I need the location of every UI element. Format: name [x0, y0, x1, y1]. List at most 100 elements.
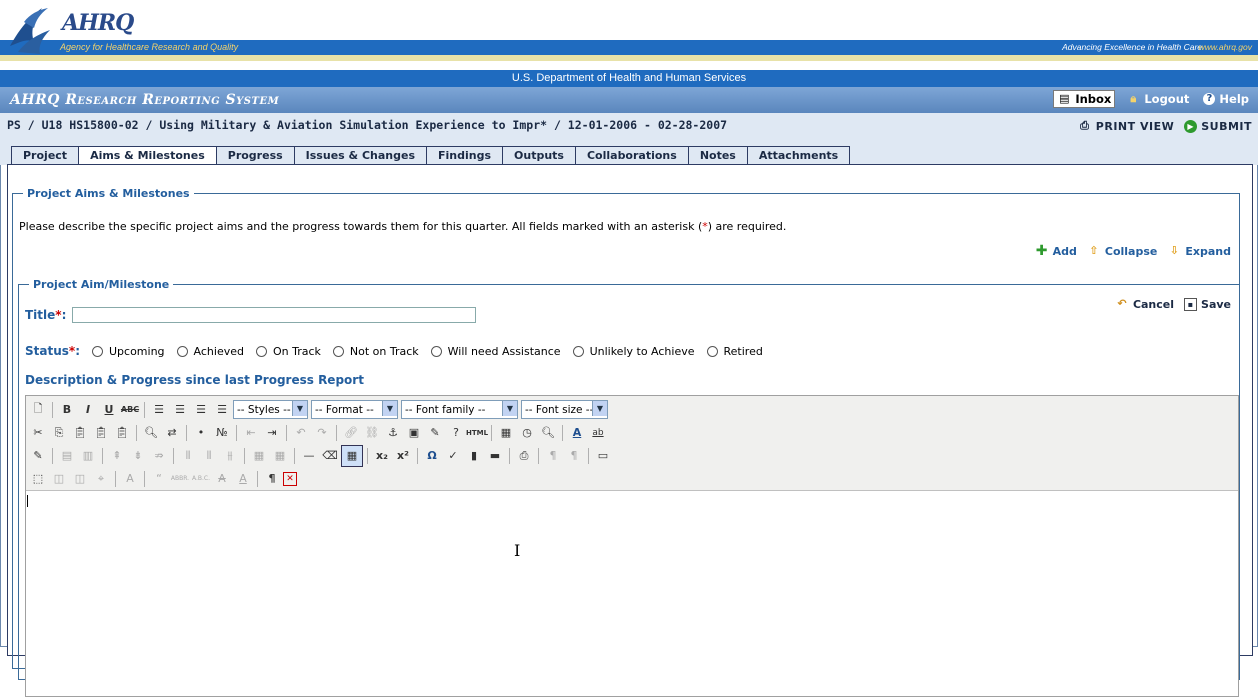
visual-aid-icon[interactable]: ▦ — [341, 444, 363, 467]
acronym-icon[interactable]: A.B.C. — [191, 469, 211, 489]
paste-word-icon[interactable]: 📋︎ — [112, 423, 132, 443]
paste-icon[interactable]: 📋︎ — [70, 423, 90, 443]
radio-circle[interactable] — [706, 345, 718, 357]
table-cell-props-icon[interactable]: ▥ — [78, 446, 98, 466]
print-view-button[interactable]: ⎙ PRINT VIEW — [1078, 119, 1174, 133]
radio-circle[interactable] — [332, 345, 344, 357]
insert-layer-icon[interactable]: ⬚ — [28, 469, 48, 489]
inbox-button[interactable]: ▤ Inbox — [1053, 90, 1116, 108]
status-retired-radio[interactable]: Retired — [706, 345, 763, 358]
fullscreen-icon[interactable]: ▭ — [593, 446, 613, 466]
font-family-select[interactable]: -- Font family -- ▼ — [401, 400, 518, 419]
status-will-need-assistance-radio[interactable]: Will need Assistance — [430, 345, 561, 358]
collapse-button[interactable]: ⇧ Collapse — [1087, 244, 1157, 258]
find-icon[interactable]: 🔍︎ — [141, 423, 161, 443]
anchor-icon[interactable]: ⚓ — [383, 423, 403, 443]
tab-collaborations[interactable]: Collaborations — [575, 146, 689, 166]
table-row-props-icon[interactable]: ▤ — [57, 446, 77, 466]
insert-col-after-icon[interactable]: ⫴ — [199, 446, 219, 466]
submit-button[interactable]: ▶ SUBMIT — [1184, 119, 1252, 133]
align-center-icon[interactable]: ☰ — [170, 400, 190, 420]
horizontal-rule-icon[interactable]: — — [299, 446, 319, 466]
align-left-icon[interactable]: ☰ — [149, 400, 169, 420]
tab-findings[interactable]: Findings — [427, 146, 504, 166]
absolute-position-icon[interactable]: ⌖ — [91, 469, 111, 489]
redo-icon[interactable]: ↷ — [312, 423, 332, 443]
add-button[interactable]: ✚ Add — [1035, 244, 1077, 258]
image-icon[interactable]: ▣ — [404, 423, 424, 443]
radio-circle[interactable] — [176, 345, 188, 357]
special-char-icon[interactable]: Ω — [422, 446, 442, 466]
insert-time-icon[interactable]: ◷ — [517, 423, 537, 443]
tab-outputs[interactable]: Outputs — [503, 146, 576, 166]
delete-col-icon[interactable]: ⫵ — [220, 446, 240, 466]
subscript-icon[interactable]: x₂ — [372, 446, 392, 466]
underline-icon[interactable]: U — [99, 400, 119, 420]
rtl-icon[interactable]: ¶ — [564, 446, 584, 466]
highlight-color-icon[interactable]: ab — [588, 423, 608, 443]
radio-circle[interactable] — [572, 345, 584, 357]
insert-row-before-icon[interactable]: ⇞ — [107, 446, 127, 466]
tab-issues-changes[interactable]: Issues & Changes — [294, 146, 427, 166]
numbered-list-icon[interactable]: № — [212, 423, 232, 443]
save-button[interactable]: ▪ Save — [1184, 297, 1231, 311]
tab-notes[interactable]: Notes — [688, 146, 748, 166]
radio-circle[interactable] — [430, 345, 442, 357]
editor-content-area[interactable]: I — [26, 491, 1238, 691]
cite-icon[interactable]: “ — [149, 469, 169, 489]
new-document-icon[interactable]: 🗋︎ — [28, 400, 48, 420]
template-icon[interactable]: ✕ — [283, 471, 297, 486]
link-icon[interactable]: 🔗︎ — [341, 423, 361, 443]
logout-button[interactable]: 🔒︎ Logout — [1123, 91, 1192, 107]
move-backward-icon[interactable]: ◫ — [70, 469, 90, 489]
merge-cells-icon[interactable]: ▦ — [270, 446, 290, 466]
cleanup-icon[interactable]: ✎ — [425, 423, 445, 443]
status-unlikely-to-achieve-radio[interactable]: Unlikely to Achieve — [572, 345, 695, 358]
status-not-on-track-radio[interactable]: Not on Track — [332, 345, 419, 358]
ltr-icon[interactable]: ¶ — [543, 446, 563, 466]
indent-icon[interactable]: ⇥ — [262, 423, 282, 443]
text-color-icon[interactable]: A — [567, 423, 587, 443]
font-size-select[interactable]: -- Font size -- ▼ — [521, 400, 608, 419]
eraser-icon[interactable]: ⌫ — [320, 446, 340, 466]
styles-select[interactable]: -- Styles -- ▼ — [233, 400, 308, 419]
cut-icon[interactable]: ✂ — [28, 423, 48, 443]
bold-icon[interactable]: B — [57, 400, 77, 420]
media-icon[interactable]: ▮ — [464, 446, 484, 466]
paste-text-icon[interactable]: 📋︎ — [91, 423, 111, 443]
tab-project[interactable]: Project — [11, 146, 80, 166]
tab-attachments[interactable]: Attachments — [747, 146, 851, 166]
style-props-icon[interactable]: A — [120, 469, 140, 489]
help-icon[interactable]: ? — [446, 423, 466, 443]
unlink-icon[interactable]: ⛓ — [362, 423, 382, 443]
italic-icon[interactable]: I — [78, 400, 98, 420]
radio-circle[interactable] — [255, 345, 267, 357]
format-select[interactable]: -- Format -- ▼ — [311, 400, 398, 419]
abbr-icon[interactable]: ABBR. — [170, 469, 190, 489]
radio-circle[interactable] — [92, 345, 103, 357]
superscript-icon[interactable]: x² — [393, 446, 413, 466]
bullet-list-icon[interactable]: • — [191, 423, 211, 443]
insert-row-after-icon[interactable]: ⇟ — [128, 446, 148, 466]
insert-text-icon[interactable]: A — [233, 469, 253, 489]
insert-col-before-icon[interactable]: ⫴ — [178, 446, 198, 466]
move-forward-icon[interactable]: ◫ — [49, 469, 69, 489]
nonbreaking-icon[interactable]: ▬ — [485, 446, 505, 466]
status-achieved-radio[interactable]: Achieved — [176, 345, 244, 358]
cancel-button[interactable]: ↶ Cancel — [1115, 297, 1174, 311]
help-button[interactable]: ? Help — [1200, 91, 1252, 107]
copy-icon[interactable]: ⎘ — [49, 423, 69, 443]
print-icon[interactable]: ⎙ — [514, 446, 534, 466]
visual-chars-icon[interactable]: ¶ — [262, 469, 282, 489]
html-icon[interactable]: HTML — [466, 423, 488, 443]
insert-date-icon[interactable]: ▦ — [496, 423, 516, 443]
split-cells-icon[interactable]: ▦ — [249, 446, 269, 466]
site-link[interactable]: www.ahrq.gov — [1199, 42, 1252, 52]
tab-progress[interactable]: Progress — [216, 146, 295, 166]
edit-table-icon[interactable]: ✎ — [28, 446, 48, 466]
replace-icon[interactable]: ⇄ — [162, 423, 182, 443]
align-justify-icon[interactable]: ☰ — [212, 400, 232, 420]
spellcheck-icon[interactable]: ✓ — [443, 446, 463, 466]
title-input[interactable] — [72, 307, 477, 323]
align-right-icon[interactable]: ☰ — [191, 400, 211, 420]
